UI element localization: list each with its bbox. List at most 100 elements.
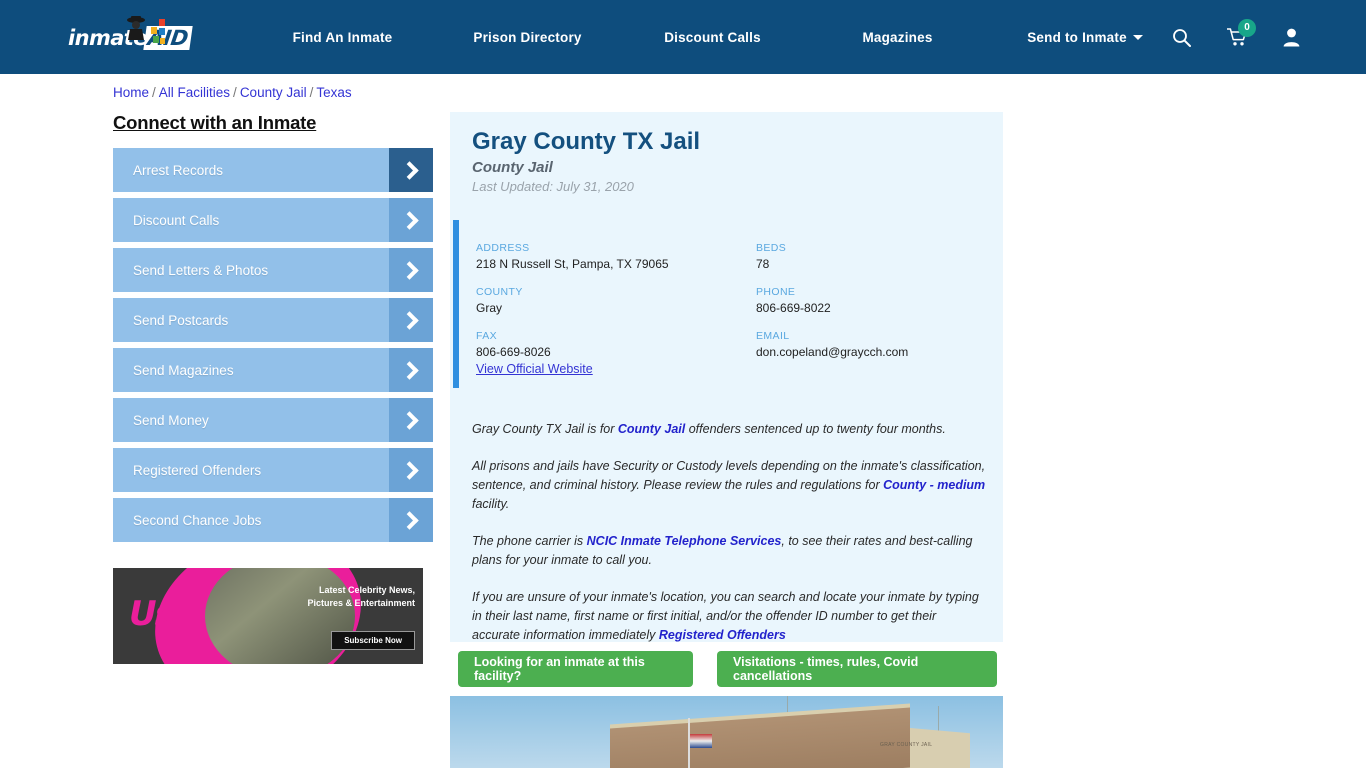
nav-slot-magazines: Magazines: [805, 30, 990, 45]
breadcrumb-item-texas[interactable]: Texas: [316, 85, 351, 100]
sidebar-item-label: Registered Offenders: [113, 463, 261, 478]
logo-figure-icon: [125, 16, 147, 42]
nav-item-discount-calls[interactable]: Discount Calls: [664, 30, 761, 45]
sidebar-item-registered-offenders[interactable]: Registered Offenders: [113, 448, 433, 492]
info-field-county: COUNTY Gray: [476, 286, 756, 315]
description-paragraph-2: All prisons and jails have Security or C…: [472, 457, 986, 514]
ad-headline: Latest Celebrity News, Pictures & Entert…: [303, 584, 415, 610]
site-logo[interactable]: inmateAID: [68, 18, 196, 58]
info-label: BEDS: [756, 242, 976, 254]
breadcrumb-separator-3: /: [310, 85, 314, 100]
sidebar-item-label: Send Letters & Photos: [113, 263, 268, 278]
link-ncic[interactable]: NCIC Inmate Telephone Services: [587, 534, 782, 548]
breadcrumb-item-home[interactable]: Home: [113, 85, 149, 100]
link-registered-offenders[interactable]: Registered Offenders: [659, 628, 786, 642]
description-paragraph-3: The phone carrier is NCIC Inmate Telepho…: [472, 532, 986, 570]
nav-slot-send-to-inmate: Send to Inmate: [990, 30, 1180, 45]
page-title: Gray County TX Jail: [472, 128, 700, 156]
info-field-fax: FAX 806-669-8026: [476, 330, 756, 359]
nav-item-find-an-inmate[interactable]: Find An Inmate: [293, 30, 393, 45]
sidebar-item-arrest-records[interactable]: Arrest Records: [113, 148, 433, 192]
photo-building-sign: GRAY COUNTY JAIL: [880, 742, 932, 748]
link-county-medium[interactable]: County - medium: [883, 478, 985, 492]
sidebar-item-label: Send Money: [113, 413, 209, 428]
view-official-website-link[interactable]: View Official Website: [476, 362, 593, 376]
header-icon-group: 0: [1172, 0, 1300, 74]
chevron-right-icon[interactable]: [389, 348, 433, 392]
nav-slot-prison-directory: Prison Directory: [435, 30, 620, 45]
site-header: inmateAID Find An Inmate Prison Director…: [0, 0, 1366, 74]
info-value: don.copeland@graycch.com: [756, 345, 976, 359]
info-field-phone: PHONE 806-669-8022: [756, 286, 976, 315]
sidebar-item-discount-calls[interactable]: Discount Calls: [113, 198, 433, 242]
chevron-right-icon[interactable]: [389, 448, 433, 492]
accent-bar: [453, 220, 459, 388]
sidebar-item-send-postcards[interactable]: Send Postcards: [113, 298, 433, 342]
chevron-down-icon: [1133, 35, 1143, 40]
info-value: 218 N Russell St, Pampa, TX 79065: [476, 257, 756, 271]
photo-flag-icon: [690, 734, 712, 748]
visitations-button[interactable]: Visitations - times, rules, Covid cancel…: [717, 651, 997, 687]
logo-confetti-icon: [148, 18, 168, 48]
info-label: PHONE: [756, 286, 976, 298]
nav-slot-find-an-inmate: Find An Inmate: [250, 30, 435, 45]
breadcrumb-separator-2: /: [233, 85, 237, 100]
nav-item-send-to-inmate-label: Send to Inmate: [1027, 30, 1127, 45]
sidebar-item-label: Arrest Records: [113, 163, 223, 178]
last-updated: Last Updated: July 31, 2020: [472, 179, 634, 194]
ad-subscribe-button[interactable]: Subscribe Now: [331, 631, 415, 650]
description-paragraph-1: Gray County TX Jail is for County Jail o…: [472, 420, 986, 439]
chevron-right-icon[interactable]: [389, 298, 433, 342]
info-value: 78: [756, 257, 976, 271]
facility-info-grid: ADDRESS 218 N Russell St, Pampa, TX 7906…: [476, 242, 976, 359]
facility-photo: GRAY COUNTY JAIL: [450, 696, 1003, 768]
user-icon[interactable]: [1283, 28, 1300, 47]
sidebar-title: Connect with an Inmate: [113, 112, 433, 134]
search-icon[interactable]: [1172, 28, 1191, 47]
info-field-address: ADDRESS 218 N Russell St, Pampa, TX 7906…: [476, 242, 756, 271]
facility-description: Gray County TX Jail is for County Jail o…: [472, 420, 986, 663]
p1-text-b: offenders sentenced up to twenty four mo…: [685, 422, 946, 436]
sidebar-item-send-magazines[interactable]: Send Magazines: [113, 348, 433, 392]
breadcrumb: Home/All Facilities/County Jail/Texas: [113, 85, 352, 100]
chevron-right-icon[interactable]: [389, 248, 433, 292]
nav-item-magazines[interactable]: Magazines: [862, 30, 932, 45]
cart-count-badge: 0: [1238, 19, 1256, 37]
breadcrumb-item-all-facilities[interactable]: All Facilities: [159, 85, 230, 100]
sidebar-item-label: Second Chance Jobs: [113, 513, 261, 528]
info-field-email: EMAIL don.copeland@graycch.com: [756, 330, 976, 359]
sidebar-item-label: Send Postcards: [113, 313, 228, 328]
info-value: Gray: [476, 301, 756, 315]
info-label: COUNTY: [476, 286, 756, 298]
info-label: FAX: [476, 330, 756, 342]
sidebar-item-send-letters-photos[interactable]: Send Letters & Photos: [113, 248, 433, 292]
chevron-right-icon[interactable]: [389, 498, 433, 542]
nav-slot-discount-calls: Discount Calls: [620, 30, 805, 45]
info-value: 806-669-8026: [476, 345, 756, 359]
sidebar-item-label: Send Magazines: [113, 363, 234, 378]
p3-text-a: The phone carrier is: [472, 534, 587, 548]
chevron-right-icon[interactable]: [389, 148, 433, 192]
sidebar-item-send-money[interactable]: Send Money: [113, 398, 433, 442]
facility-type: County Jail: [472, 159, 553, 176]
nav-item-prison-directory[interactable]: Prison Directory: [473, 30, 581, 45]
ad-brand-logo: Us: [129, 594, 173, 634]
find-inmate-button[interactable]: Looking for an inmate at this facility?: [458, 651, 693, 687]
facility-panel: Gray County TX Jail County Jail Last Upd…: [450, 112, 1003, 642]
sidebar-advertisement[interactable]: Us Latest Celebrity News, Pictures & Ent…: [113, 568, 423, 664]
breadcrumb-separator-1: /: [152, 85, 156, 100]
nav-item-send-to-inmate[interactable]: Send to Inmate: [1027, 30, 1143, 45]
chevron-right-icon[interactable]: [389, 398, 433, 442]
info-field-beds: BEDS 78: [756, 242, 976, 271]
breadcrumb-item-county-jail[interactable]: County Jail: [240, 85, 307, 100]
main-navigation: Find An Inmate Prison Directory Discount…: [250, 0, 1180, 74]
p1-text-a: Gray County TX Jail is for: [472, 422, 618, 436]
info-label: EMAIL: [756, 330, 976, 342]
info-label: ADDRESS: [476, 242, 756, 254]
description-paragraph-4: If you are unsure of your inmate's locat…: [472, 588, 986, 645]
sidebar-item-label: Discount Calls: [113, 213, 219, 228]
link-county-jail[interactable]: County Jail: [618, 422, 685, 436]
chevron-right-icon[interactable]: [389, 198, 433, 242]
sidebar-item-second-chance-jobs[interactable]: Second Chance Jobs: [113, 498, 433, 542]
cart-icon[interactable]: 0: [1227, 28, 1247, 47]
